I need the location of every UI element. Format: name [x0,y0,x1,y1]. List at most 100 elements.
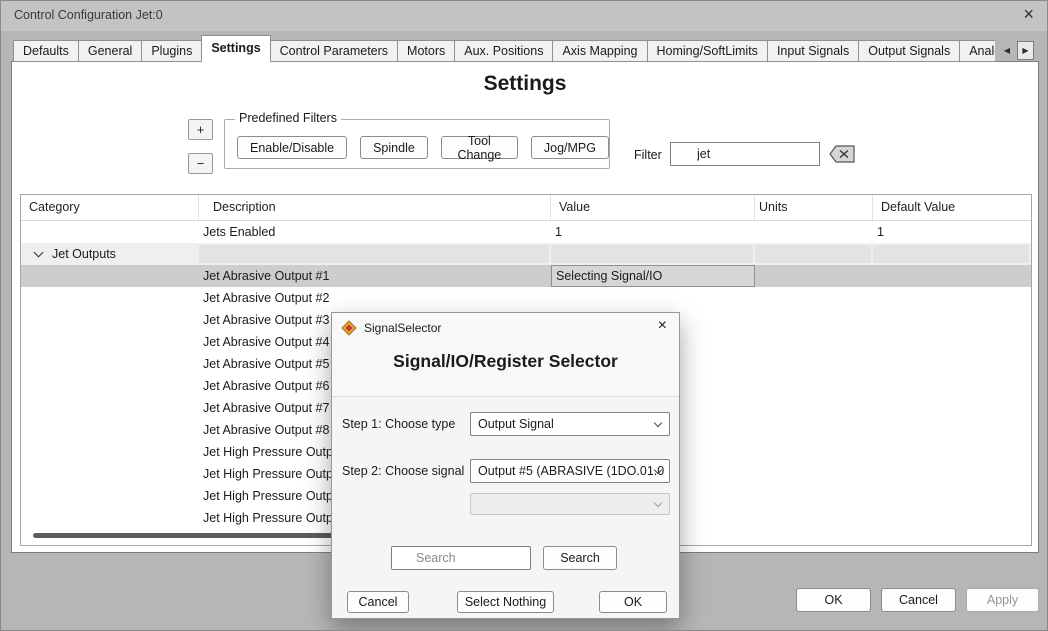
cell-def [873,485,1031,507]
type-dropdown[interactable]: Output Signal [470,412,670,436]
cell-def [873,353,1031,375]
cell-val: 1 [551,221,755,243]
cell-units [755,419,873,441]
cell-units [755,375,873,397]
predefined-filters-group: Predefined Filters Enable/DisableSpindle… [224,119,610,169]
expand-all-button[interactable]: + [188,119,213,140]
tab-defaults[interactable]: Defaults [13,40,79,62]
title-bar: Control Configuration Jet:0 × [1,1,1047,31]
column-header-default[interactable]: Default Value [873,195,1031,220]
cell-cat [21,485,199,507]
cell-def [873,463,1031,485]
signal-selector-dialog: SignalSelector × Signal/IO/Register Sele… [331,312,680,619]
filter-button-tool-change[interactable]: Tool Change [441,136,518,159]
predefined-filter-buttons: Enable/Disable Spindle Tool Change Jog/MPG [237,136,609,159]
dialog-search-button[interactable]: Search [543,546,617,570]
dialog-search-input[interactable] [391,546,531,570]
column-header-value[interactable]: Value [551,195,755,220]
clear-filter-icon[interactable] [827,143,857,165]
dialog-cancel-button[interactable]: Cancel [347,591,409,613]
table-header: Category Description Value Units Default… [21,195,1031,221]
tab-aux-positions[interactable]: Aux. Positions [454,40,553,62]
cell-def [873,287,1031,309]
cell-val [551,243,755,265]
chevron-down-icon [654,419,662,427]
dialog-ok-button[interactable]: OK [599,591,667,613]
tab-output-signals[interactable]: Output Signals [858,40,960,62]
table-row[interactable]: Jet Abrasive Output #2 [21,287,1031,309]
tab-settings[interactable]: Settings [201,35,270,62]
cell-cat: Jet Outputs [21,243,199,265]
ok-button[interactable]: OK [796,588,871,612]
filter-button-enable-disable[interactable]: Enable/Disable [237,136,347,159]
tab-analog-inputs[interactable]: Analog Inputs [959,40,995,62]
column-header-units[interactable]: Units [755,195,873,220]
cell-desc: Jet Abrasive Output #2 [199,287,551,309]
cell-cat [21,331,199,353]
tab-scroll-right-icon[interactable]: ▶ [1017,41,1034,60]
cell-cat [21,507,199,529]
cell-units [755,243,873,265]
predefined-filters-label: Predefined Filters [235,111,341,125]
cell-def [873,375,1031,397]
tertiary-dropdown [470,493,670,515]
cell-def [873,243,1031,265]
tab-input-signals[interactable]: Input Signals [767,40,859,62]
tab-axis-mapping[interactable]: Axis Mapping [552,40,647,62]
cell-units [755,507,873,529]
cell-units [755,353,873,375]
tab-motors[interactable]: Motors [397,40,455,62]
cell-def [873,441,1031,463]
tab-bar: DefaultsGeneralPluginsSettingsControl Pa… [13,35,995,62]
cell-units [755,441,873,463]
cell-desc: Jets Enabled [199,221,551,243]
cell-def [873,507,1031,529]
column-header-description[interactable]: Description [199,195,551,220]
window-title: Control Configuration Jet:0 [14,8,163,22]
tab-control-parameters[interactable]: Control Parameters [270,40,398,62]
filter-input[interactable] [670,142,820,166]
tab-homing-softlimits[interactable]: Homing/SoftLimits [647,40,768,62]
table-row[interactable]: Jets Enabled11 [21,221,1031,243]
cell-units [755,463,873,485]
cell-def [873,419,1031,441]
collapse-all-button[interactable]: − [188,153,213,174]
cell-cat [21,287,199,309]
tab-scroll-left-icon[interactable]: ◀ [999,42,1015,60]
signal-selector-icon [341,320,357,336]
chevron-down-icon [654,499,662,507]
cell-units [755,265,873,287]
value-editor[interactable]: Selecting Signal/IO [551,265,755,287]
dialog-close-icon[interactable]: × [658,317,667,335]
step2-label: Step 2: Choose signal [342,464,464,478]
group-label: Jet Outputs [52,243,116,265]
cell-units [755,485,873,507]
cell-desc [199,243,551,265]
table-row[interactable]: Jet Abrasive Output #1Selecting Signal/I… [21,265,1031,287]
cell-cat [21,265,199,287]
cell-units [755,331,873,353]
column-header-category[interactable]: Category [21,195,199,220]
type-dropdown-value: Output Signal [478,417,554,431]
cell-cat [21,375,199,397]
cell-cat [21,353,199,375]
page-title: Settings [12,72,1038,96]
signal-dropdown[interactable]: Output #5 (ABRASIVE (1DO.01.0 [470,459,670,483]
cancel-button[interactable]: Cancel [881,588,956,612]
cell-def [873,265,1031,287]
cell-cat [21,221,199,243]
cell-units [755,309,873,331]
cell-val [551,287,755,309]
chevron-down-icon[interactable] [34,247,44,257]
filter-button-jog-mpg[interactable]: Jog/MPG [531,136,609,159]
cell-def [873,309,1031,331]
tab-general[interactable]: General [78,40,142,62]
tab-plugins[interactable]: Plugins [141,40,202,62]
table-row[interactable]: Jet Outputs [21,243,1031,265]
window-close-icon[interactable]: × [1023,4,1034,25]
apply-button[interactable]: Apply [966,588,1039,612]
cell-desc: Jet Abrasive Output #1 [199,265,551,287]
cell-units [755,221,873,243]
select-nothing-button[interactable]: Select Nothing [457,591,554,613]
filter-button-spindle[interactable]: Spindle [360,136,428,159]
